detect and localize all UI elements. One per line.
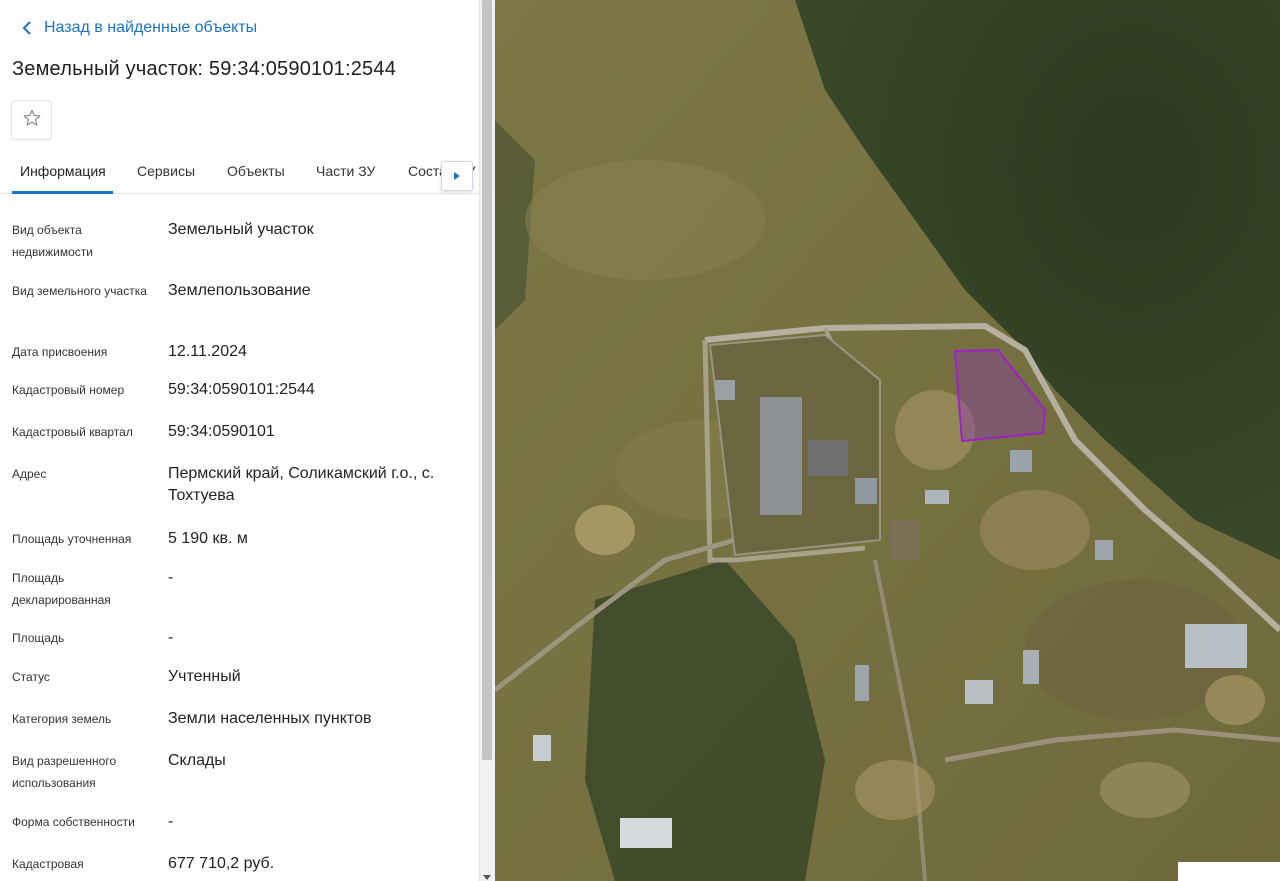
info-value: - bbox=[168, 629, 174, 646]
info-value: Земельный участок bbox=[168, 221, 314, 238]
page-title: Земельный участок: 59:34:0590101:2544 bbox=[12, 58, 397, 80]
tab-parts[interactable]: Части ЗУ bbox=[316, 163, 375, 179]
info-value: Учтенный bbox=[168, 668, 241, 685]
info-label: Площадь bbox=[12, 631, 65, 645]
info-label: Вид земельного участка bbox=[12, 284, 147, 298]
satellite-imagery bbox=[495, 0, 1280, 881]
tab-bar: Информация Сервисы Объекты Части ЗУ Сост… bbox=[0, 150, 480, 194]
tab-services[interactable]: Сервисы bbox=[137, 163, 195, 179]
tabs-scroll-right-button[interactable] bbox=[441, 161, 473, 191]
info-label: Форма собственности bbox=[12, 815, 135, 829]
info-value: Пермский край, Соликамский г.о., с. Тохт… bbox=[168, 465, 435, 504]
info-value: 59:34:0590101:2544 bbox=[168, 381, 315, 398]
info-value: - bbox=[168, 813, 174, 830]
favorite-button[interactable] bbox=[11, 100, 52, 140]
info-label: Кадастровый квартал bbox=[12, 425, 133, 439]
info-label: Вид разрешенного использования bbox=[12, 754, 117, 790]
info-label: Площадь уточненная bbox=[12, 532, 132, 546]
info-value: Землепользование bbox=[168, 282, 311, 299]
info-value: 677 710,2 руб. bbox=[168, 855, 275, 872]
star-outline-icon bbox=[22, 108, 42, 133]
info-value: Склады bbox=[168, 752, 226, 769]
scroll-down-arrow-icon[interactable] bbox=[483, 868, 491, 880]
info-panel: Назад в найденные объекты Земельный учас… bbox=[0, 0, 480, 881]
chevron-left-icon bbox=[16, 17, 38, 39]
info-label: Площадь декларированная bbox=[12, 571, 111, 607]
active-tab-indicator bbox=[12, 191, 113, 194]
back-link-label: Назад в найденные объекты bbox=[44, 19, 258, 36]
info-label: Статус bbox=[12, 670, 50, 684]
tab-information[interactable]: Информация bbox=[20, 163, 106, 179]
satellite-map[interactable] bbox=[495, 0, 1280, 881]
caret-right-icon bbox=[454, 167, 460, 185]
info-label: Дата присвоения bbox=[12, 345, 108, 359]
info-label: Адрес bbox=[12, 467, 47, 481]
info-label: Кадастровая bbox=[12, 857, 84, 871]
info-value: 59:34:0590101 bbox=[168, 423, 275, 440]
info-value: 5 190 кв. м bbox=[168, 530, 248, 547]
back-to-results-link[interactable]: Назад в найденные объекты bbox=[16, 17, 257, 39]
panel-scrollbar-thumb[interactable] bbox=[482, 0, 492, 760]
info-value: Земли населенных пунктов bbox=[168, 710, 372, 727]
info-label: Категория земель bbox=[12, 712, 112, 726]
info-label: Кадастровый номер bbox=[12, 383, 125, 397]
info-value: - bbox=[168, 569, 174, 586]
info-label: Вид объекта недвижимости bbox=[12, 223, 93, 259]
info-value: 12.11.2024 bbox=[168, 343, 247, 360]
tab-objects[interactable]: Объекты bbox=[227, 163, 285, 179]
